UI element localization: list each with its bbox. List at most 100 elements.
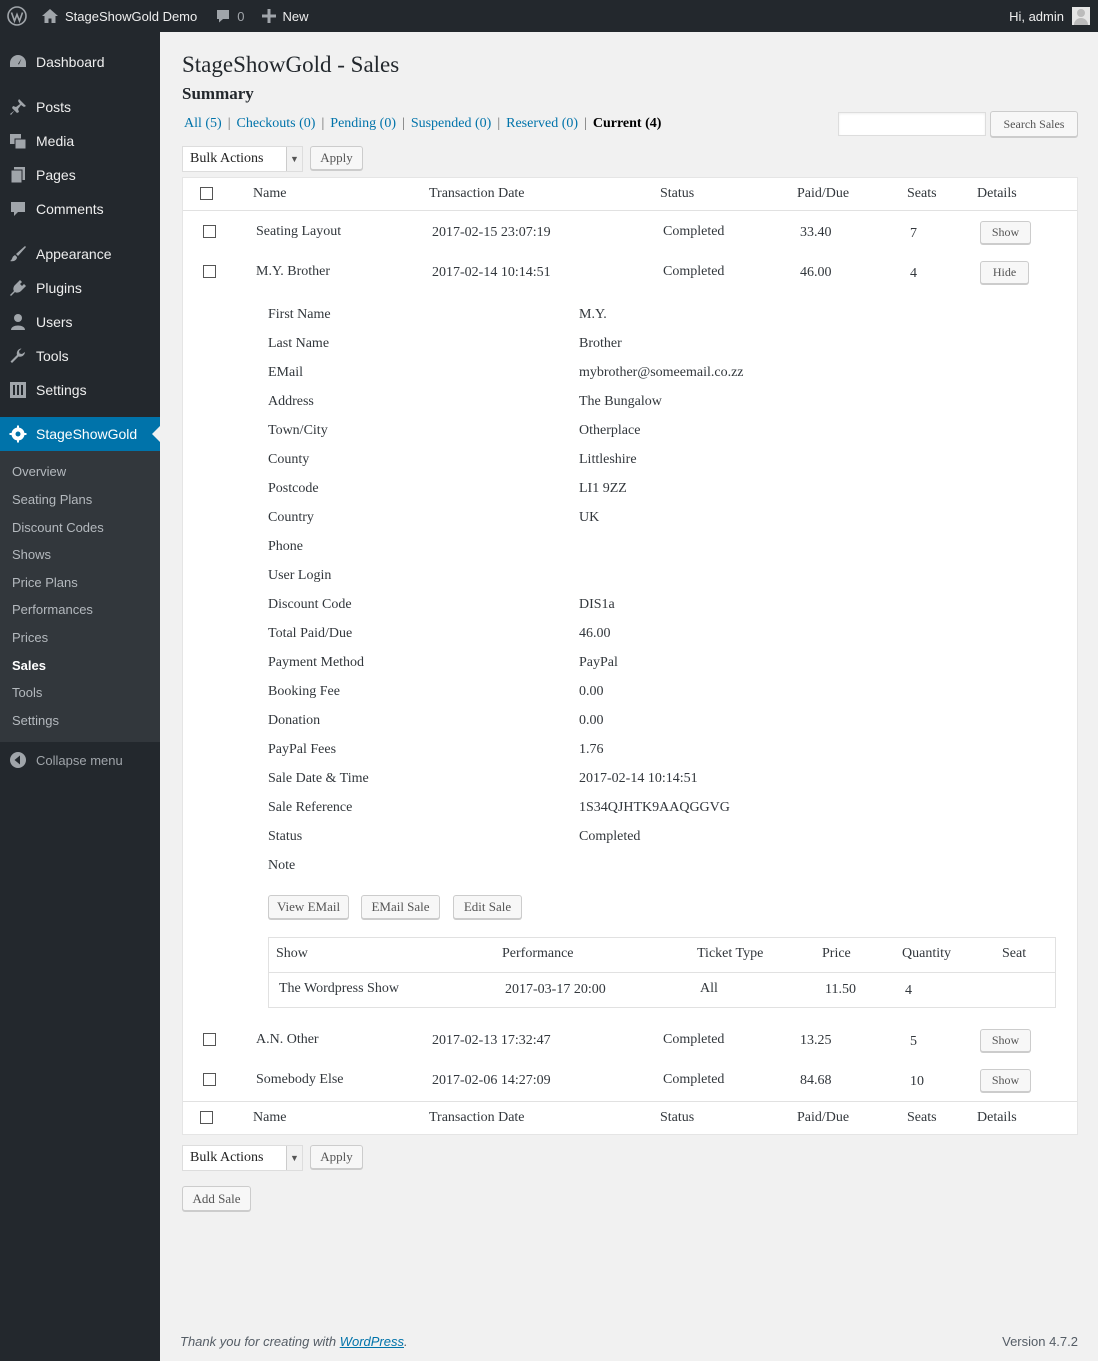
detail-value: 0.00 bbox=[579, 713, 604, 728]
view-email-button[interactable]: View EMail bbox=[268, 895, 349, 919]
ticket-quantity: 4 bbox=[905, 983, 912, 998]
row-checkbox[interactable] bbox=[203, 225, 216, 238]
detail-label: Status bbox=[268, 829, 303, 844]
detail-label: Phone bbox=[268, 539, 303, 554]
edit-sale-button[interactable]: Edit Sale bbox=[453, 895, 522, 919]
collapse-arrow-icon bbox=[0, 751, 36, 769]
submenu-prices[interactable]: Prices bbox=[12, 628, 48, 648]
column-transaction-date[interactable]: Transaction Date bbox=[429, 1110, 525, 1126]
new-content-link[interactable]: New bbox=[252, 0, 316, 32]
menu-settings[interactable]: Settings bbox=[0, 373, 160, 407]
column-status[interactable]: Status bbox=[660, 186, 694, 202]
filter-all[interactable]: All (5) bbox=[184, 116, 222, 131]
show-details-button[interactable]: Show bbox=[980, 1029, 1031, 1052]
submenu-price-plans[interactable]: Price Plans bbox=[12, 573, 78, 593]
menu-label: StageShowGold bbox=[36, 426, 138, 442]
bulk-actions-select-bottom[interactable]: Bulk Actions ▼ bbox=[182, 1145, 303, 1171]
media-icon bbox=[0, 132, 36, 150]
submenu-shows[interactable]: Shows bbox=[12, 545, 51, 565]
submenu-settings[interactable]: Settings bbox=[12, 711, 59, 731]
filter-reserved[interactable]: Reserved (0) bbox=[506, 116, 578, 131]
bulk-actions-select-top[interactable]: Bulk Actions ▼ bbox=[182, 146, 303, 172]
row-paid: 33.40 bbox=[800, 225, 832, 240]
column-details[interactable]: Details bbox=[977, 1110, 1017, 1126]
hide-details-button[interactable]: Hide bbox=[980, 261, 1029, 284]
apply-button-top[interactable]: Apply bbox=[310, 146, 363, 170]
detail-label: Postcode bbox=[268, 481, 319, 496]
my-account-link[interactable]: Hi, admin bbox=[1001, 0, 1098, 32]
menu-plugins[interactable]: Plugins bbox=[0, 271, 160, 305]
show-details-button[interactable]: Show bbox=[980, 221, 1031, 244]
row-status: Completed bbox=[663, 264, 725, 279]
menu-media[interactable]: Media bbox=[0, 124, 160, 158]
ticket-performance: 2017-03-17 20:00 bbox=[505, 982, 606, 997]
column-paid-due[interactable]: Paid/Due bbox=[797, 1110, 849, 1126]
email-sale-button[interactable]: EMail Sale bbox=[361, 895, 440, 919]
comment-bubble-icon bbox=[215, 8, 231, 24]
column-details[interactable]: Details bbox=[977, 186, 1017, 202]
search-sales-button[interactable]: Search Sales bbox=[990, 111, 1078, 137]
collapse-menu-button[interactable]: Collapse menu bbox=[0, 743, 160, 777]
comment-icon bbox=[0, 200, 36, 218]
menu-pages[interactable]: Pages bbox=[0, 158, 160, 192]
row-checkbox[interactable] bbox=[203, 1033, 216, 1046]
column-seats[interactable]: Seats bbox=[907, 186, 937, 202]
bulk-actions-value: Bulk Actions bbox=[190, 1150, 264, 1165]
menu-posts[interactable]: Posts bbox=[0, 90, 160, 124]
chevron-down-icon: ▼ bbox=[286, 1146, 302, 1170]
row-seats: 4 bbox=[910, 266, 917, 281]
menu-users[interactable]: Users bbox=[0, 305, 160, 339]
submenu-overview[interactable]: Overview bbox=[12, 462, 66, 482]
submenu-sales[interactable]: Sales bbox=[12, 656, 46, 676]
user-icon bbox=[0, 313, 36, 331]
filter-checkouts[interactable]: Checkouts (0) bbox=[237, 116, 316, 131]
menu-comments[interactable]: Comments bbox=[0, 192, 160, 226]
add-sale-button[interactable]: Add Sale bbox=[182, 1186, 251, 1211]
filter-current[interactable]: Current (4) bbox=[593, 116, 662, 131]
apply-button-bottom[interactable]: Apply bbox=[310, 1145, 363, 1169]
detail-label: Town/City bbox=[268, 423, 328, 438]
row-status: Completed bbox=[663, 1032, 725, 1047]
row-checkbox[interactable] bbox=[203, 1073, 216, 1086]
column-seats[interactable]: Seats bbox=[907, 1110, 937, 1126]
search-sales-input[interactable] bbox=[838, 112, 986, 136]
column-transaction-date[interactable]: Transaction Date bbox=[429, 186, 525, 202]
column-status[interactable]: Status bbox=[660, 1110, 694, 1126]
menu-tools[interactable]: Tools bbox=[0, 339, 160, 373]
menu-appearance[interactable]: Appearance bbox=[0, 237, 160, 271]
comments-link[interactable]: 0 bbox=[205, 0, 252, 32]
menu-label: Tools bbox=[36, 348, 69, 364]
footer-thanks-suffix: . bbox=[404, 1334, 408, 1349]
row-date: 2017-02-15 23:07:19 bbox=[432, 225, 551, 240]
menu-label: Dashboard bbox=[36, 54, 105, 70]
site-name-link[interactable]: StageShowGold Demo bbox=[35, 0, 205, 32]
column-name[interactable]: Name bbox=[253, 1110, 286, 1126]
tickets-column-show: Show bbox=[276, 946, 308, 961]
collapse-label: Collapse menu bbox=[36, 752, 123, 768]
column-paid-due[interactable]: Paid/Due bbox=[797, 186, 849, 202]
detail-label: Sale Reference bbox=[268, 800, 353, 815]
select-all-checkbox[interactable] bbox=[200, 187, 213, 200]
row-checkbox[interactable] bbox=[203, 265, 216, 278]
show-details-button[interactable]: Show bbox=[980, 1069, 1031, 1092]
menu-dashboard[interactable]: Dashboard bbox=[0, 45, 160, 79]
submenu-seating-plans[interactable]: Seating Plans bbox=[12, 490, 92, 510]
filter-pending[interactable]: Pending (0) bbox=[330, 116, 396, 131]
submenu-discount-codes[interactable]: Discount Codes bbox=[12, 518, 104, 538]
detail-label: Last Name bbox=[268, 336, 330, 351]
wordpress-logo-icon[interactable] bbox=[0, 0, 35, 32]
table-header: Name Transaction Date Status Paid/Due Se… bbox=[183, 178, 1077, 211]
row-date: 2017-02-13 17:32:47 bbox=[432, 1033, 551, 1048]
filter-suspended[interactable]: Suspended (0) bbox=[411, 116, 492, 131]
column-name[interactable]: Name bbox=[253, 186, 286, 202]
ticket-price: 11.50 bbox=[825, 982, 856, 997]
wordpress-link[interactable]: WordPress bbox=[340, 1334, 404, 1349]
select-all-checkbox[interactable] bbox=[200, 1111, 213, 1124]
menu-stageshowgold[interactable]: StageShowGold bbox=[0, 417, 160, 451]
plug-icon bbox=[0, 279, 36, 297]
row-status: Completed bbox=[663, 1072, 725, 1087]
submenu-tools[interactable]: Tools bbox=[12, 683, 42, 703]
detail-label: Donation bbox=[268, 713, 321, 728]
filter-separator: | bbox=[497, 116, 501, 131]
submenu-performances[interactable]: Performances bbox=[12, 600, 93, 620]
